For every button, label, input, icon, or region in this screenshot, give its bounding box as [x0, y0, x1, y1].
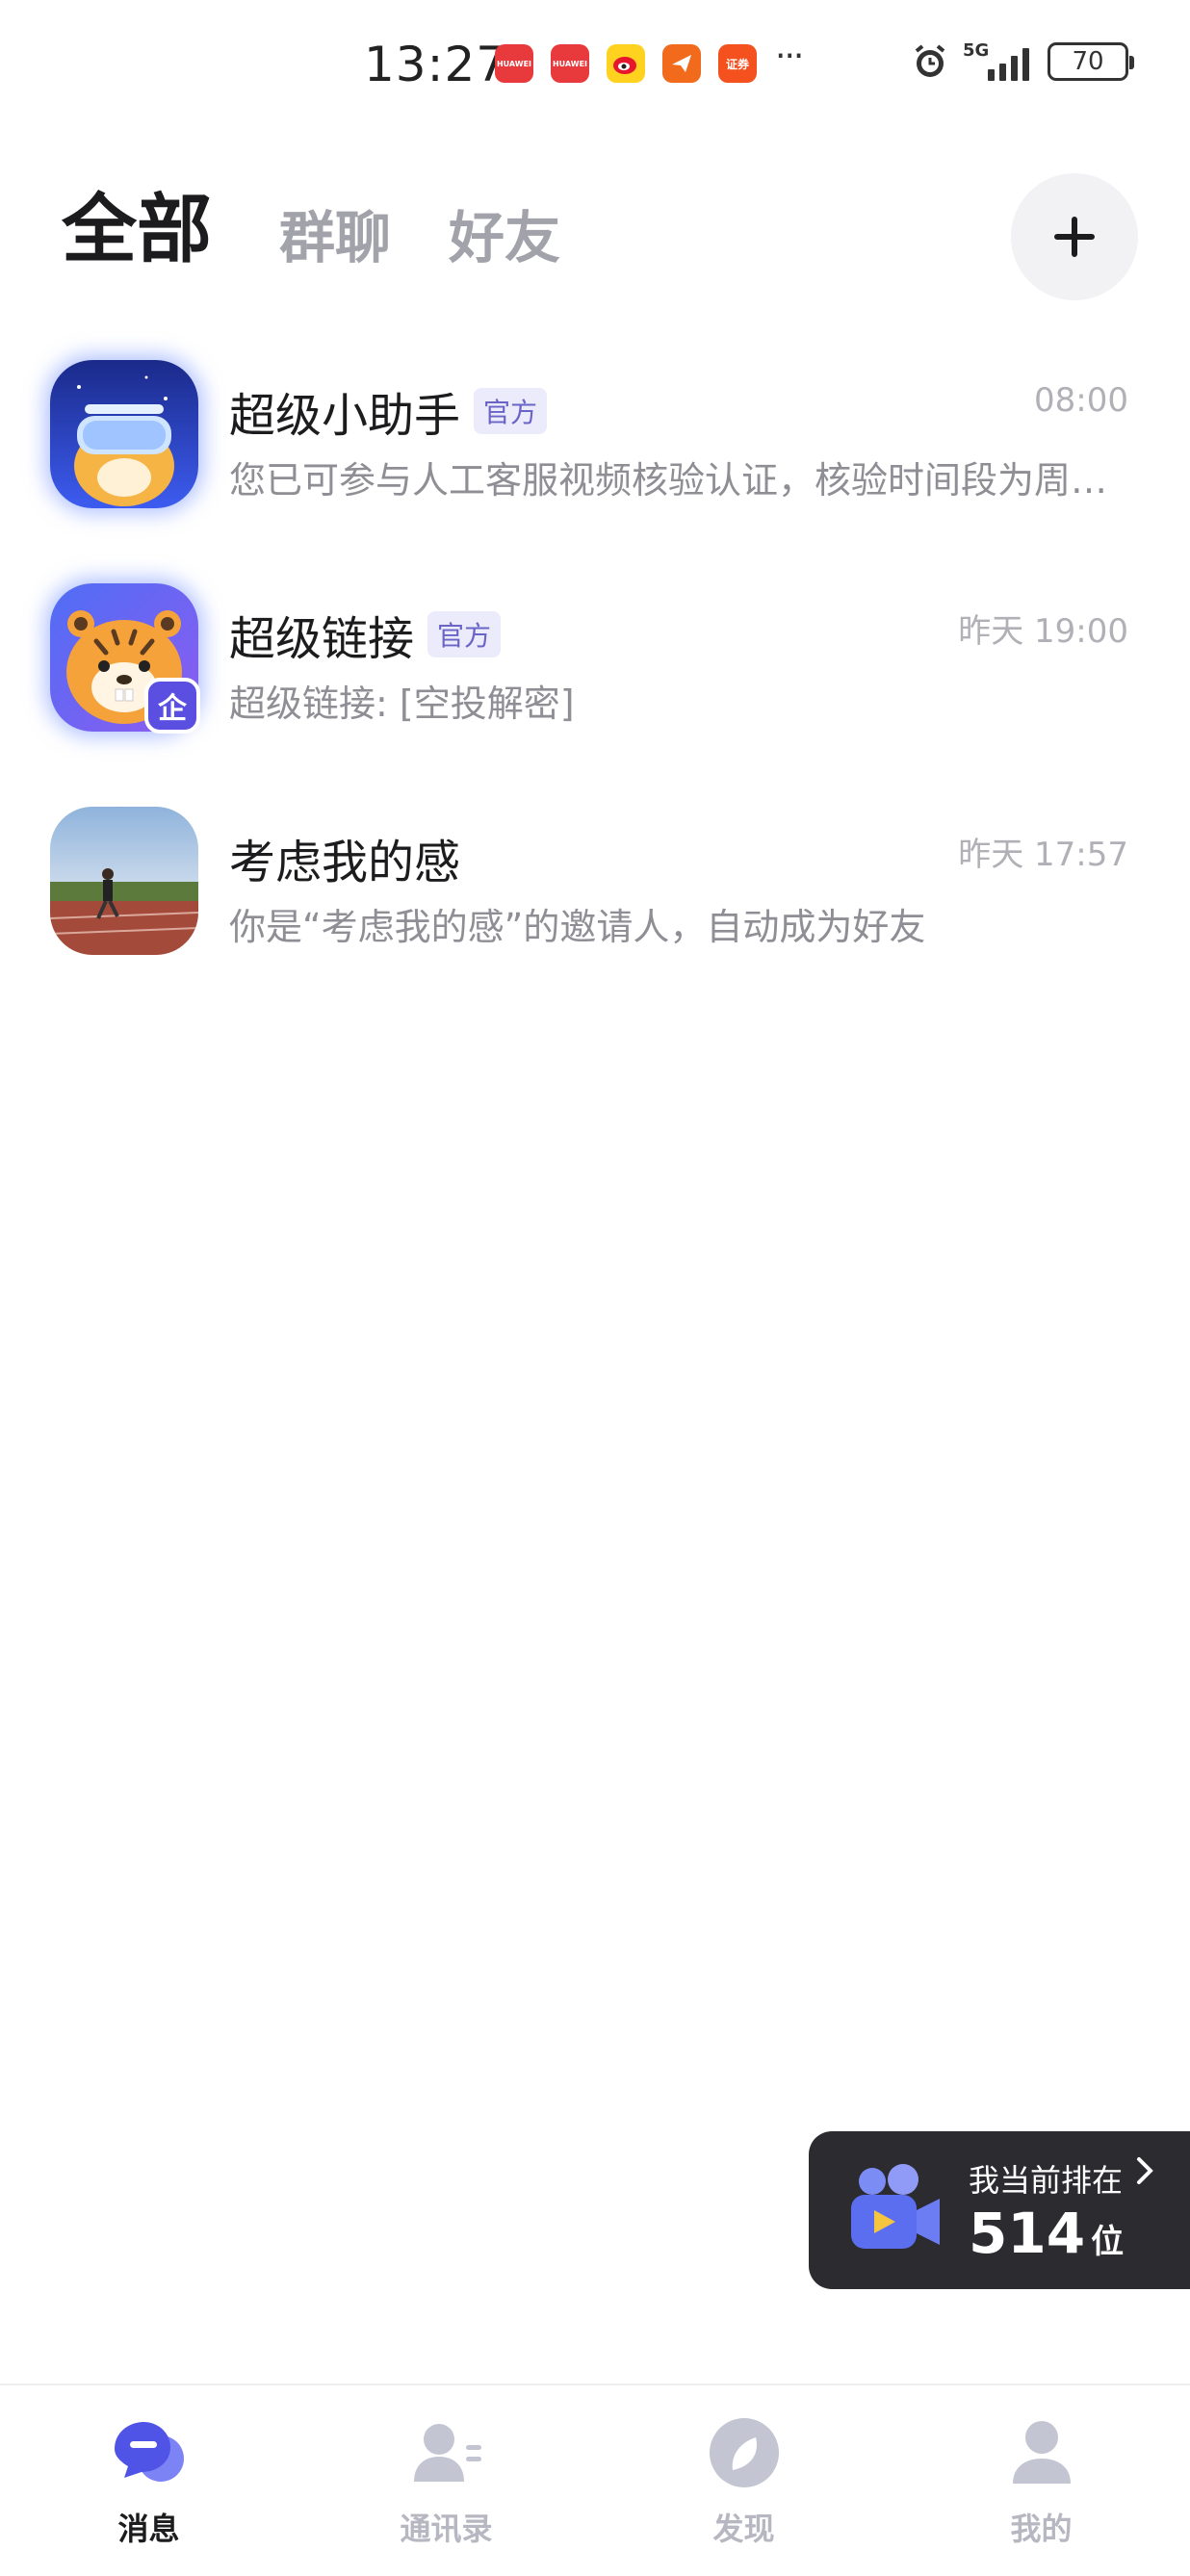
- rank-unit: 位: [1091, 2223, 1125, 2261]
- signal-strength-icon: 5G: [963, 40, 1034, 81]
- tab-friends[interactable]: 好友: [449, 210, 560, 268]
- nav-profile[interactable]: 我的: [892, 2385, 1190, 2576]
- chat-item-friend[interactable]: 考虑我的感 昨天 17:57 你是“考虑我的感”的邀请人，自动成为好友: [0, 793, 1190, 1017]
- plus-icon: [1054, 217, 1095, 257]
- bottom-navigation: 消息 通讯录 发现 我的: [0, 2383, 1190, 2576]
- more-notifications-icon: ···: [775, 37, 804, 76]
- notification-icons: HUAWEI HUAWEI 证券: [495, 44, 757, 83]
- alarm-clock-icon: [911, 42, 949, 81]
- rank-value: 514 位: [969, 2201, 1125, 2266]
- compass-icon: [706, 2414, 783, 2491]
- messages-screen: 13:27 HUAWEI HUAWEI 证券 ··· 5G 70 全部 群聊 好…: [0, 0, 1190, 2576]
- battery-icon: 70: [1048, 42, 1134, 81]
- tab-all[interactable]: 全部: [62, 193, 212, 268]
- add-button[interactable]: [1011, 173, 1138, 300]
- chat-preview: 超级链接: [空投解密]: [229, 683, 575, 725]
- chat-list: 超级小助手 官方 08:00 您已可参与人工客服视频核验认证，核验时间段为周一至…: [0, 347, 1190, 1017]
- avatar: [50, 360, 198, 508]
- nav-discover[interactable]: 发现: [595, 2385, 892, 2576]
- conversation-filter-tabs: 全部 群聊 好友: [62, 193, 618, 268]
- weibo-icon: [607, 44, 645, 83]
- system-indicators: 5G 70: [911, 40, 1134, 81]
- status-bar: 13:27 HUAWEI HUAWEI 证券 ··· 5G 70: [0, 0, 1190, 125]
- chat-time: 昨天 17:57: [958, 836, 1128, 874]
- enterprise-badge: 企: [144, 678, 200, 734]
- chevron-right-icon: [1134, 2154, 1155, 2196]
- paper-plane-app-icon: [662, 44, 701, 83]
- rank-label: 我当前排在: [969, 2162, 1124, 2199]
- video-camera-icon: [843, 2160, 947, 2260]
- chat-time: 昨天 19:00: [958, 612, 1128, 651]
- chat-preview: 你是“考虑我的感”的邀请人，自动成为好友: [229, 906, 926, 948]
- chat-name: 考虑我的感: [229, 836, 461, 889]
- chat-name: 超级小助手 官方: [229, 377, 548, 445]
- nav-contacts[interactable]: 通讯录: [298, 2385, 595, 2576]
- chat-time: 08:00: [1034, 381, 1128, 420]
- avatar: [50, 807, 198, 955]
- official-badge: 官方: [427, 611, 502, 657]
- huawei-appgallery-icon: HUAWEI: [551, 44, 589, 83]
- queue-rank-card[interactable]: 我当前排在 514 位: [809, 2131, 1190, 2289]
- securities-app-icon: 证券: [718, 44, 757, 83]
- contacts-icon: [408, 2414, 485, 2491]
- nav-messages[interactable]: 消息: [0, 2385, 298, 2576]
- official-badge: 官方: [474, 388, 548, 434]
- chat-preview: 您已可参与人工客服视频核验认证，核验时间段为周一至周五10:00-17:00: [229, 459, 1130, 502]
- tab-groups[interactable]: 群聊: [279, 210, 391, 268]
- chat-item-super-link[interactable]: 企 超级链接 官方 昨天 19:00 超级链接: [空投解密]: [0, 570, 1190, 793]
- status-time: 13:27: [364, 37, 508, 92]
- chat-bubble-icon: [111, 2414, 188, 2491]
- chat-item-super-assistant[interactable]: 超级小助手 官方 08:00 您已可参与人工客服视频核验认证，核验时间段为周一至…: [0, 347, 1190, 570]
- huawei-appgallery-icon: HUAWEI: [495, 44, 533, 83]
- profile-icon: [1003, 2414, 1080, 2491]
- chat-name: 超级链接 官方: [229, 601, 502, 668]
